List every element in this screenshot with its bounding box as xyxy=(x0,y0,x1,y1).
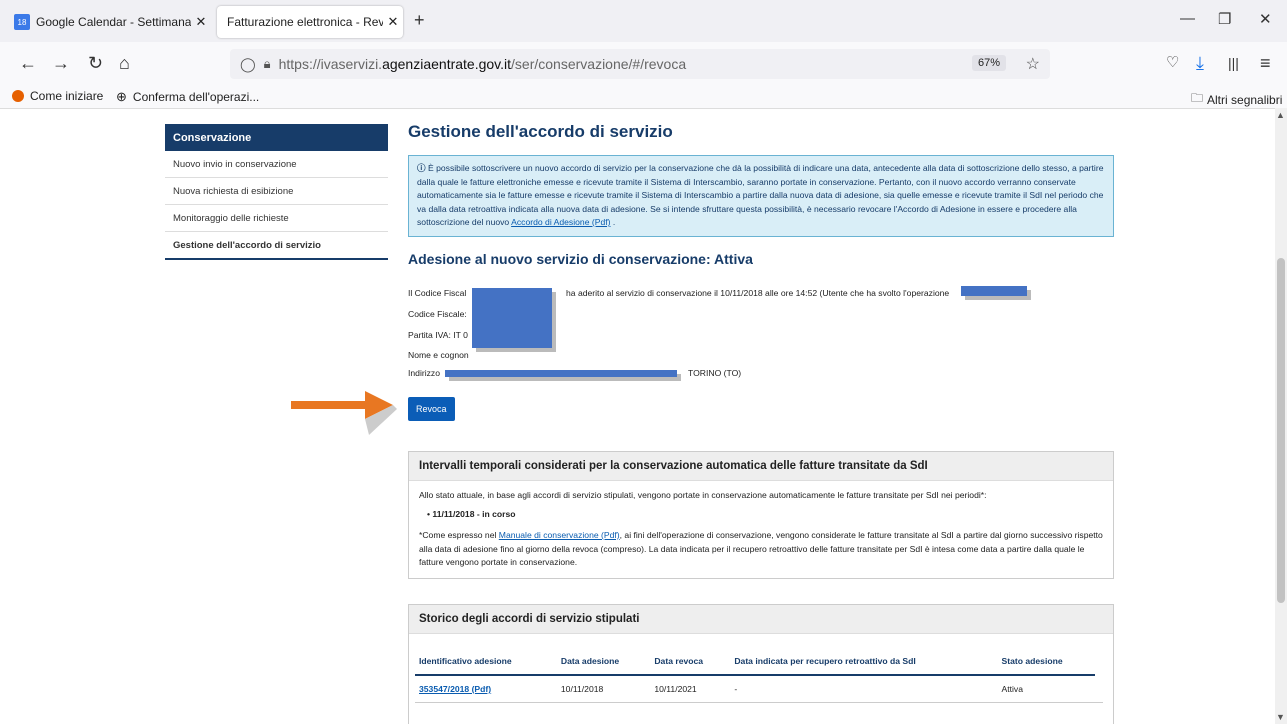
download-icon[interactable]: ⤓ xyxy=(1196,54,1204,72)
sidebar-item-gestione-accordo[interactable]: Gestione dell'accordo di servizio xyxy=(165,232,388,260)
arrow-annotation-icon xyxy=(291,391,397,435)
column-header: Identificativo adesione xyxy=(415,648,557,676)
table-header-row: Identificativo adesione Data adesione Da… xyxy=(415,648,1095,676)
column-header: Stato adesione xyxy=(997,648,1095,676)
intervalli-panel: Intervalli temporali considerati per la … xyxy=(408,451,1114,579)
sidebar: Conservazione Nuovo invio in conservazio… xyxy=(165,124,388,260)
tab-fatturazione[interactable]: Fatturazione elettronica - Revoca ✕ xyxy=(217,6,403,38)
accordo-adesione-link[interactable]: Accordo di Adesione (Pdf) xyxy=(511,217,610,227)
bookmarks-bar: Come iniziare ⊕ Conferma dell'operazi...… xyxy=(0,86,1287,109)
panel-title: Intervalli temporali considerati per la … xyxy=(409,452,1113,481)
lock-icon[interactable]: 🔒︎ xyxy=(264,56,271,72)
home-icon[interactable]: ⌂ xyxy=(119,54,130,72)
globe-icon: ⊕ xyxy=(116,89,127,104)
table-cell: - xyxy=(734,684,738,694)
scrollbar[interactable]: ▲ ▼ xyxy=(1275,108,1287,724)
restore-icon[interactable]: ❐ xyxy=(1218,10,1231,28)
bookmark-come-iniziare[interactable]: Come iniziare xyxy=(12,89,103,103)
tab-label: Fatturazione elettronica - Revoca xyxy=(227,15,383,29)
table-cell: Attiva xyxy=(1001,684,1023,694)
table-row: 353547/2018 (Pdf) 10/11/2018 10/11/2021 … xyxy=(415,675,1095,702)
revoca-button[interactable]: Revoca xyxy=(408,397,455,421)
pocket-icon[interactable]: ♡ xyxy=(1166,54,1179,72)
column-header: Data revoca xyxy=(650,648,731,676)
info-icon: ⓘ xyxy=(417,163,426,173)
library-icon[interactable]: ||| xyxy=(1228,54,1239,72)
scrollbar-thumb[interactable] xyxy=(1277,258,1285,603)
zoom-level[interactable]: 67% xyxy=(971,55,1006,71)
info-box: ⓘ È possibile sottoscrivere un nuovo acc… xyxy=(408,155,1114,237)
sidebar-item-monitoraggio[interactable]: Monitoraggio delle richieste xyxy=(165,205,388,232)
calendar-icon: 18 xyxy=(14,14,30,30)
storico-panel: Storico degli accordi di servizio stipul… xyxy=(408,604,1114,724)
period-item: • 11/11/2018 - in corso xyxy=(427,508,516,519)
sidebar-item-richiesta-esibizione[interactable]: Nuova richiesta di esibizione xyxy=(165,178,388,205)
detail-line-2: Codice Fiscale: xyxy=(408,309,467,319)
url-bar[interactable]: ◯ 🔒︎ https://ivaservizi.agenziaentrate.g… xyxy=(230,49,1050,79)
redaction-box xyxy=(961,286,1027,296)
redaction-box xyxy=(445,370,677,377)
new-tab-icon[interactable]: + xyxy=(414,10,425,31)
minimize-icon[interactable]: — xyxy=(1180,10,1195,27)
sidebar-item-nuovo-invio[interactable]: Nuovo invio in conservazione xyxy=(165,151,388,178)
panel-intro: Allo stato attuale, in base agli accordi… xyxy=(419,490,987,500)
tab-bar: 18 Google Calendar - Settimana de ✕ Fatt… xyxy=(0,0,1287,42)
detail-line-4: Nome e cognon xyxy=(408,350,469,360)
page-title: Gestione dell'accordo di servizio xyxy=(408,122,673,141)
other-bookmarks[interactable]: 🗀 Altri segnalibri xyxy=(1191,89,1282,110)
sidebar-header: Conservazione xyxy=(165,124,388,151)
detail-line-3: Partita IVA: IT 0 xyxy=(408,330,468,340)
redaction-box xyxy=(472,288,552,348)
column-header: Data adesione xyxy=(556,648,651,676)
table-cell: 10/11/2018 xyxy=(560,684,604,694)
bookmark-star-icon[interactable]: ☆ xyxy=(1026,54,1040,74)
menu-icon[interactable]: ≡ xyxy=(1260,54,1271,72)
reload-icon[interactable]: ↻ xyxy=(88,54,103,72)
tab-google-calendar[interactable]: 18 Google Calendar - Settimana de ✕ xyxy=(8,6,211,38)
detail-line-5b: TORINO (TO) xyxy=(688,368,742,378)
scroll-down-icon[interactable]: ▼ xyxy=(1276,712,1285,722)
storico-table: Identificativo adesione Data adesione Da… xyxy=(415,648,1095,702)
bookmark-conferma[interactable]: ⊕ Conferma dell'operazi... xyxy=(116,89,259,105)
tab-label: Google Calendar - Settimana de xyxy=(36,15,191,29)
column-header: Data indicata per recupero retroattivo d… xyxy=(730,648,998,676)
panel-title: Storico degli accordi di servizio stipul… xyxy=(409,605,1113,634)
main-section: Gestione dell'accordo di servizio ⓘ È po… xyxy=(408,122,1114,267)
detail-line-5: Indirizzo xyxy=(408,368,440,378)
table-cell: 10/11/2021 xyxy=(654,684,697,694)
section-title: Adesione al nuovo servizio di conservazi… xyxy=(408,250,753,267)
manuale-link[interactable]: Manuale di conservazione (Pdf) xyxy=(499,530,620,540)
scroll-up-icon[interactable]: ▲ xyxy=(1276,110,1285,120)
back-icon[interactable]: ← xyxy=(19,54,37,72)
close-tab-icon[interactable]: ✕ xyxy=(383,14,403,30)
close-window-icon[interactable]: ✕ xyxy=(1259,10,1272,28)
close-tab-icon[interactable]: ✕ xyxy=(191,14,211,30)
panel-note: *Come espresso nel Manuale di conservazi… xyxy=(419,530,1103,567)
page-content: Conservazione Nuovo invio in conservazio… xyxy=(0,108,1275,724)
shield-icon[interactable]: ◯ xyxy=(240,56,256,73)
adesione-pdf-link[interactable]: 353547/2018 (Pdf) xyxy=(419,684,491,694)
forward-icon[interactable]: → xyxy=(52,54,70,72)
detail-line-1b: ha aderito al servizio di conservazione … xyxy=(566,288,950,298)
detail-line-1: Il Codice Fiscal xyxy=(408,288,467,298)
firefox-icon xyxy=(12,90,24,102)
url-text[interactable]: https://ivaservizi.agenziaentrate.gov.it… xyxy=(279,56,687,72)
folder-icon: 🗀 xyxy=(1191,91,1204,105)
